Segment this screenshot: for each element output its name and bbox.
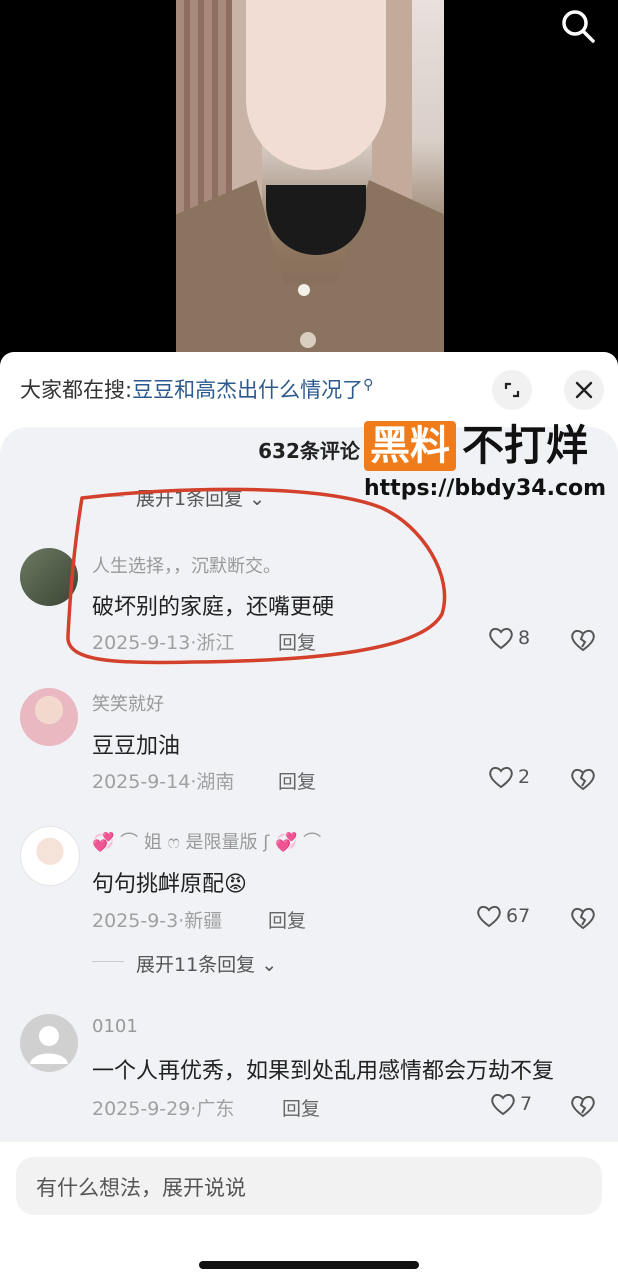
broken-heart-icon[interactable]	[570, 766, 596, 792]
divider	[92, 961, 124, 962]
hot-search-query[interactable]: 豆豆和高杰出什么情况了	[132, 378, 363, 402]
like-count: 8	[518, 627, 531, 649]
watermark-text: 不打烊	[462, 421, 589, 470]
comment-meta: 2025-9-13·浙江	[92, 632, 235, 654]
username-part: 姐	[143, 832, 162, 853]
watermark-url: https://bbdy34.com	[364, 476, 607, 501]
decor-icon: ⌒	[114, 832, 144, 853]
hot-search-prefix: 大家都在搜:	[20, 378, 133, 402]
hot-search-bar[interactable]: 大家都在搜:豆豆和高杰出什么情况了⚲	[20, 374, 373, 404]
decor-icon: ⌒	[297, 832, 322, 853]
comment-username[interactable]: 0101	[92, 1016, 138, 1037]
home-indicator	[199, 1261, 419, 1269]
comment-meta: 2025-9-14·湖南	[92, 771, 235, 793]
close-icon	[575, 381, 593, 399]
comment-text: 破坏别的家庭，还嘴更硬	[92, 595, 335, 620]
like-button[interactable]: 67	[476, 904, 530, 928]
decor-icon: ʃ	[257, 832, 276, 853]
angry-face-icon: 😡	[224, 872, 247, 897]
comment-text-body: 句句挑衅原配	[92, 872, 225, 897]
comment-text: 一个人再优秀，如果到处乱用感情都会万劫不复	[92, 1059, 555, 1084]
reply-button[interactable]: 回复	[282, 1094, 320, 1121]
comment-username[interactable]: 💞 ⌒ 姐 ෆ 是限量版 ʃ 💞 ⌒	[92, 828, 321, 854]
heart-icon	[491, 1093, 515, 1116]
expand-fullscreen-button[interactable]	[492, 370, 532, 410]
broken-heart-icon[interactable]	[570, 627, 596, 653]
comment-username[interactable]: 笑笑就好	[92, 690, 164, 716]
like-count: 67	[506, 905, 531, 927]
avatar[interactable]	[20, 548, 78, 606]
heart-sticker-icon: 💞	[92, 832, 115, 853]
comment-text: 豆豆加油	[92, 734, 181, 759]
heart-sticker-icon: 💞	[275, 832, 298, 853]
broken-heart-icon[interactable]	[570, 905, 596, 931]
reply-button[interactable]: 回复	[268, 906, 306, 933]
expand-replies-label: 展开11条回复	[136, 954, 256, 976]
chevron-down-icon: ⌄	[261, 954, 278, 976]
default-avatar-icon	[30, 1026, 68, 1064]
heart-icon	[489, 766, 513, 789]
divider	[92, 496, 124, 497]
watermark-box: 黑料	[364, 421, 456, 471]
reply-button[interactable]: 回复	[278, 767, 316, 794]
video-person-necklace	[298, 284, 310, 296]
comment-text: 句句挑衅原配😡	[92, 866, 247, 898]
expand-replies-button[interactable]: 展开11条回复 ⌄	[136, 950, 277, 977]
comment-meta: 2025-9-3·新疆	[92, 910, 223, 932]
expand-replies-label: 展开1条回复	[136, 488, 244, 510]
comment-meta: 2025-9-29·广东	[92, 1098, 235, 1120]
video-player[interactable]	[0, 0, 618, 352]
like-count: 2	[518, 766, 531, 788]
video-person-button	[300, 332, 316, 348]
decor-icon: ෆ	[161, 832, 186, 853]
avatar[interactable]	[20, 688, 78, 746]
expand-replies-button[interactable]: 展开1条回复 ⌄	[136, 484, 265, 511]
username-part: 是限量版	[185, 832, 258, 853]
video-frame	[176, 0, 444, 352]
search-icon[interactable]	[558, 6, 598, 46]
like-count: 7	[520, 1093, 533, 1115]
comment-username[interactable]: 人生选择，，沉默断交。	[92, 552, 281, 578]
close-button[interactable]	[564, 370, 604, 410]
heart-icon	[489, 627, 513, 650]
avatar[interactable]	[20, 826, 80, 886]
video-person-face	[246, 0, 386, 170]
comment-input-placeholder: 有什么想法，展开说说	[36, 1176, 246, 1200]
watermark-logo: 黑料 不打烊	[364, 421, 588, 471]
reply-button[interactable]: 回复	[278, 628, 316, 655]
comment-input[interactable]: 有什么想法，展开说说	[16, 1157, 602, 1215]
like-button[interactable]: 2	[488, 765, 530, 789]
fullscreen-icon	[504, 382, 520, 398]
chevron-down-icon: ⌄	[249, 488, 266, 510]
avatar[interactable]	[20, 1014, 78, 1072]
broken-heart-icon[interactable]	[570, 1093, 596, 1119]
like-button[interactable]: 7	[490, 1092, 532, 1116]
search-small-icon: ⚲	[363, 377, 374, 393]
heart-icon	[477, 905, 501, 928]
like-button[interactable]: 8	[488, 626, 530, 650]
